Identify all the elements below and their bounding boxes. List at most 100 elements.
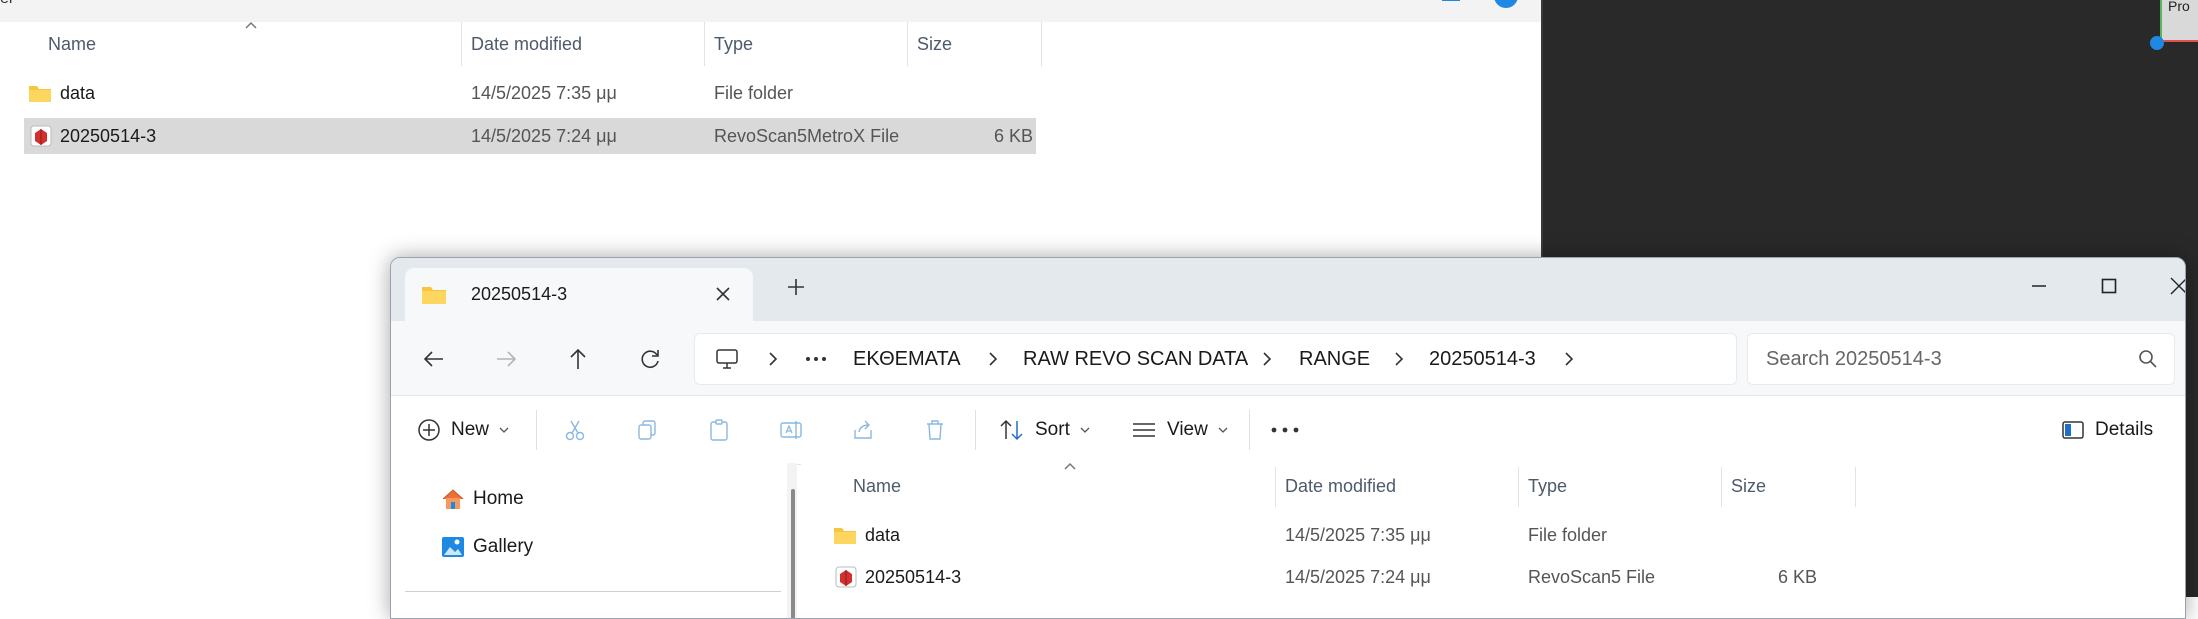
column-size[interactable]: Size [917,22,952,66]
foreground-explorer-window: 20250514-3 ΕΚΘΕΜΑΤΑ RAW REVO SCAN DATA R… [390,257,2186,619]
column-separator[interactable] [1275,467,1276,507]
share-button[interactable] [851,396,875,464]
file-row-data[interactable]: data 14/5/2025 7:35 μμ File folder [815,515,1815,555]
file-name: data [865,525,901,545]
corner-window-thumbnail[interactable]: Pro [2160,0,2198,42]
refresh-icon [641,350,659,368]
copy-icon [638,420,656,440]
column-separator[interactable] [1855,467,1856,507]
arrow-up-icon [570,348,586,369]
column-separator[interactable] [1721,467,1722,507]
new-tab-icon[interactable] [787,278,805,296]
new-button[interactable]: New [417,396,509,464]
folder-icon [833,525,857,545]
search-box[interactable] [1747,333,2175,385]
tab-label: 20250514-3 [471,284,568,304]
revoscan-file-icon [835,566,857,588]
column-size[interactable]: Size [1731,463,1766,509]
folder-icon [28,83,52,103]
command-bar: New Sort View Details [391,395,2185,465]
chevron-right-icon[interactable] [1563,351,1575,367]
sort-button[interactable]: Sort [999,396,1090,464]
see-more-button[interactable] [1271,396,1299,464]
copy-button[interactable] [635,396,659,464]
help-icon[interactable] [1493,0,1519,14]
chevron-right-icon[interactable] [1261,351,1273,367]
file-type: RevoScan5 File [1528,567,1656,587]
details-button[interactable]: Details [2061,396,2153,464]
restore-icon[interactable] [1440,0,1462,14]
revoscan-file-icon [30,125,52,147]
column-name[interactable]: Name [48,22,96,66]
chevron-right-icon[interactable] [987,351,999,367]
toolbar-separator [975,410,976,450]
nav-pane-item-home[interactable]: Home [441,483,524,515]
forward-button[interactable] [491,344,521,374]
column-type[interactable]: Type [1528,463,1567,509]
minimize-button[interactable] [2009,266,2069,306]
chevron-right-icon[interactable] [1393,351,1405,367]
search-input[interactable] [1764,334,2128,384]
file-size: 6 KB [994,126,1034,146]
delete-button[interactable] [923,396,947,464]
view-button[interactable]: View [1131,396,1228,464]
column-type[interactable]: Type [714,22,753,66]
column-separator[interactable] [1041,22,1042,66]
minimize-icon [2032,285,2046,287]
maximize-button[interactable] [2079,266,2139,306]
back-button[interactable] [419,344,449,374]
trash-icon [927,420,943,440]
sort-chevron-up-icon [1063,461,1077,471]
close-button[interactable] [2149,266,2185,306]
file-date: 14/5/2025 7:35 μμ [471,83,617,103]
column-separator[interactable] [1518,467,1519,507]
view-label: View [1167,419,1208,440]
sort-chevron-up-icon [244,20,258,30]
column-separator[interactable] [461,22,462,66]
up-button[interactable] [563,344,593,374]
tab-20250514-3[interactable]: 20250514-3 [405,268,753,321]
column-date-modified[interactable]: Date modified [1285,463,1396,509]
rename-icon [780,421,802,439]
file-row-data[interactable]: data 14/5/2025 7:35 μμ File folder [24,75,1036,111]
file-row-20250514-3[interactable]: 20250514-3 14/5/2025 7:24 μμ RevoScan5 F… [815,557,1817,597]
search-icon[interactable] [2138,349,2158,369]
column-separator[interactable] [704,22,705,66]
paste-button[interactable] [707,396,731,464]
toolbar-separator [536,410,537,450]
chevron-right-icon[interactable] [767,351,779,367]
resize-handle-dot[interactable] [2150,36,2164,50]
toolbar-separator [1249,410,1250,450]
details-label: Details [2095,419,2154,440]
rename-button[interactable] [779,396,803,464]
minimize-icon[interactable] [1364,0,1386,14]
cut-button[interactable] [563,396,587,464]
breadcrumb-item[interactable]: RAW REVO SCAN DATA [1023,334,1248,384]
file-date: 14/5/2025 7:24 μμ [1285,567,1431,587]
close-tab-icon[interactable] [715,286,731,302]
refresh-button[interactable] [635,344,665,374]
this-pc-icon[interactable] [715,348,739,370]
address-bar[interactable]: ΕΚΘΕΜΑΤΑ RAW REVO SCAN DATA RANGE 202505… [694,333,1737,385]
breadcrumb-item[interactable]: ΕΚΘΕΜΑΤΑ [853,334,961,384]
column-date-modified[interactable]: Date modified [471,22,582,66]
breadcrumb-current[interactable]: 20250514-3 [1429,334,1536,384]
home-icon [442,489,464,509]
chevron-down-icon [1218,427,1228,433]
column-name[interactable]: Name [853,463,901,509]
more-locations-icon[interactable] [805,356,827,362]
file-name: 20250514-3 [60,126,157,146]
file-name: 20250514-3 [865,567,962,587]
navigation-pane: Home Gallery [391,463,797,618]
navigation-bar: ΕΚΘΕΜΑΤΑ RAW REVO SCAN DATA RANGE 202505… [391,321,2185,395]
nav-pane-item-gallery[interactable]: Gallery [441,531,533,563]
scissors-icon [565,420,585,441]
nav-pane-label: Gallery [473,536,534,557]
column-separator[interactable] [907,22,908,66]
sort-label: Sort [1035,419,1070,440]
file-row-20250514-3[interactable]: 20250514-3 14/5/2025 7:24 μμ RevoScan5Me… [24,118,1036,154]
file-type: File folder [714,83,794,103]
nav-pane-scrollbar-thumb[interactable] [791,489,795,618]
breadcrumb-item[interactable]: RANGE [1299,334,1370,384]
view-list-icon [1133,423,1155,437]
